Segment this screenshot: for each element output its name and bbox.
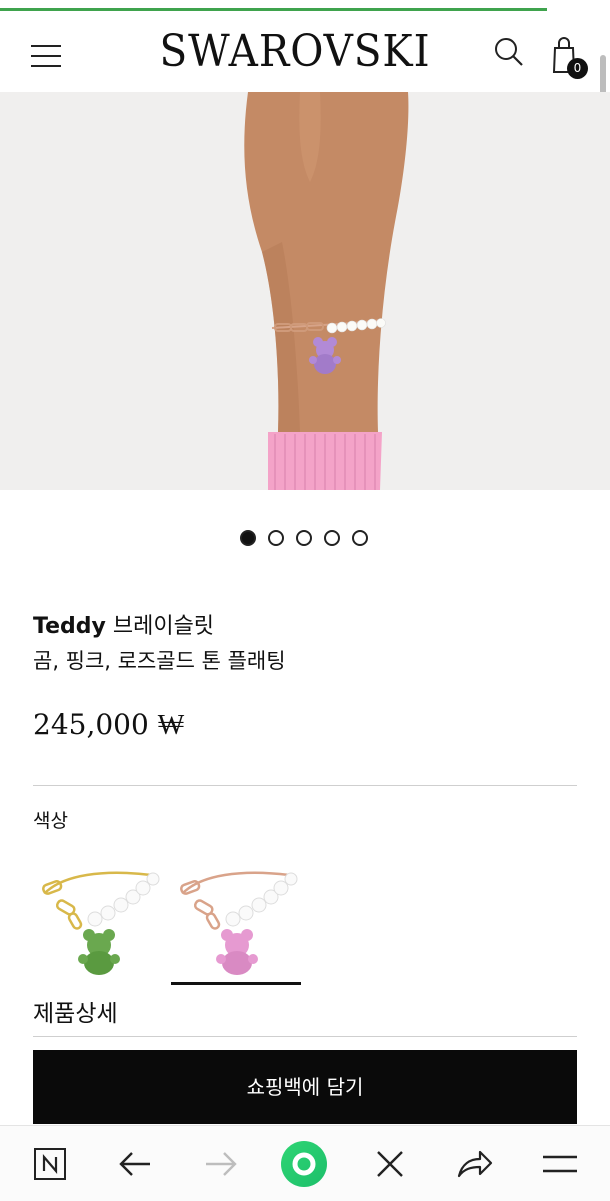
- product-title: Teddy 브레이슬릿: [33, 608, 214, 640]
- color-swatch-pink[interactable]: [171, 853, 301, 983]
- search-icon[interactable]: [493, 36, 525, 68]
- bag-count-badge: 0: [567, 58, 588, 79]
- color-swatch-green[interactable]: [33, 853, 163, 983]
- menu-icon[interactable]: [540, 1144, 580, 1184]
- gallery-dot[interactable]: [296, 530, 312, 546]
- product-details-toggle[interactable]: 제품상세: [33, 994, 118, 1028]
- divider: [33, 1036, 577, 1037]
- product-variant: 곰, 핑크, 로즈골드 톤 플래팅: [33, 649, 286, 673]
- gallery-dot[interactable]: [240, 530, 256, 546]
- browser-bottom-bar: [0, 1125, 610, 1201]
- gallery-dot[interactable]: [268, 530, 284, 546]
- share-icon[interactable]: [454, 1144, 494, 1184]
- selected-swatch-indicator: [171, 982, 301, 985]
- close-icon[interactable]: [370, 1144, 410, 1184]
- color-label: 색상: [33, 810, 68, 832]
- product-hero-image[interactable]: [0, 92, 610, 490]
- divider: [33, 785, 577, 786]
- product-price: 245,000 ₩: [33, 708, 185, 741]
- site-header: SWAROVSKI 0: [0, 12, 610, 92]
- product-name-rest: 브레이슬릿: [112, 614, 215, 639]
- back-arrow-icon[interactable]: [116, 1144, 156, 1184]
- forward-arrow-icon[interactable]: [200, 1144, 240, 1184]
- home-circle-icon[interactable]: [280, 1140, 328, 1188]
- naver-n-icon[interactable]: [32, 1144, 72, 1184]
- add-to-bag-button[interactable]: 쇼핑백에 담기: [33, 1050, 577, 1124]
- product-name-bold: Teddy: [33, 614, 106, 639]
- brand-logo[interactable]: SWAROVSKI: [152, 26, 437, 78]
- gallery-dot[interactable]: [352, 530, 368, 546]
- hamburger-menu-icon[interactable]: [31, 45, 61, 67]
- page-load-progress-bar: [0, 8, 547, 11]
- gallery-dot[interactable]: [324, 530, 340, 546]
